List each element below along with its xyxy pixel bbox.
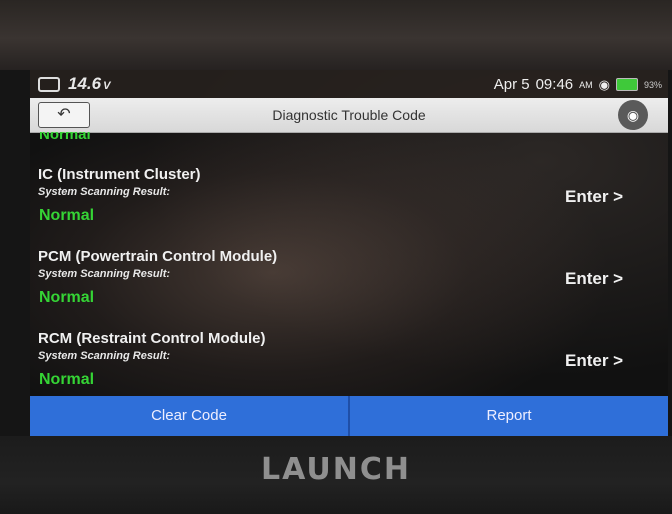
- system-status: Normal: [39, 371, 95, 388]
- system-name: IC (Instrument Cluster): [38, 166, 201, 183]
- enter-button-ic[interactable]: Enter >: [565, 187, 623, 207]
- status-bar: 14.6 V Apr 5 09:46 AM ◉ 93%: [30, 70, 668, 98]
- voltage-readout: 14.6 V: [38, 74, 110, 94]
- system-list: Normal IC (Instrument Cluster) System Sc…: [30, 132, 668, 396]
- system-status: Normal: [39, 207, 95, 224]
- list-item-ic: IC (Instrument Cluster) System Scanning …: [30, 166, 668, 246]
- system-scan-label: System Scanning Result:: [38, 350, 171, 362]
- clear-code-button[interactable]: Clear Code: [30, 396, 348, 438]
- camera-icon: ◉: [626, 107, 640, 123]
- brand-logo: LAUNCH: [260, 452, 411, 487]
- system-name: RCM (Restraint Control Module): [38, 330, 266, 347]
- system-scan-label: System Scanning Result:: [38, 268, 171, 280]
- report-button[interactable]: Report: [348, 396, 668, 438]
- list-item-pcm: PCM (Powertrain Control Module) System S…: [30, 248, 668, 328]
- system-status: Normal: [39, 289, 95, 306]
- list-item-rcm: RCM (Restraint Control Module) System Sc…: [30, 330, 668, 396]
- time-text: 09:46: [535, 76, 574, 93]
- enter-button-pcm[interactable]: Enter >: [565, 269, 623, 289]
- previous-system-status: Normal: [39, 132, 91, 143]
- wifi-icon: ◉: [598, 76, 610, 92]
- page-title: Diagnostic Trouble Code: [272, 107, 426, 123]
- ampm-text: AM: [579, 79, 593, 90]
- battery-percent: 93%: [643, 79, 662, 90]
- date-text: Apr 5: [493, 76, 530, 93]
- camera-button[interactable]: ◉: [618, 100, 648, 130]
- system-scan-label: System Scanning Result:: [38, 186, 171, 198]
- voltage-value: 14.6: [68, 74, 102, 93]
- action-bar: Clear Code Report: [30, 396, 668, 438]
- system-name: PCM (Powertrain Control Module): [38, 248, 278, 265]
- battery-icon: [615, 78, 638, 91]
- enter-button-rcm[interactable]: Enter >: [565, 351, 623, 371]
- status-right: Apr 5 09:46 AM ◉ 93%: [494, 76, 662, 93]
- car-battery-icon: [38, 77, 60, 93]
- device-bezel-top: [0, 0, 672, 70]
- device-screen: 14.6 V Apr 5 09:46 AM ◉ 93% ↶ Diagnostic …: [30, 70, 668, 438]
- title-bar: ↶ Diagnostic Trouble Code ◉: [30, 98, 668, 133]
- voltage-unit: V: [103, 80, 111, 92]
